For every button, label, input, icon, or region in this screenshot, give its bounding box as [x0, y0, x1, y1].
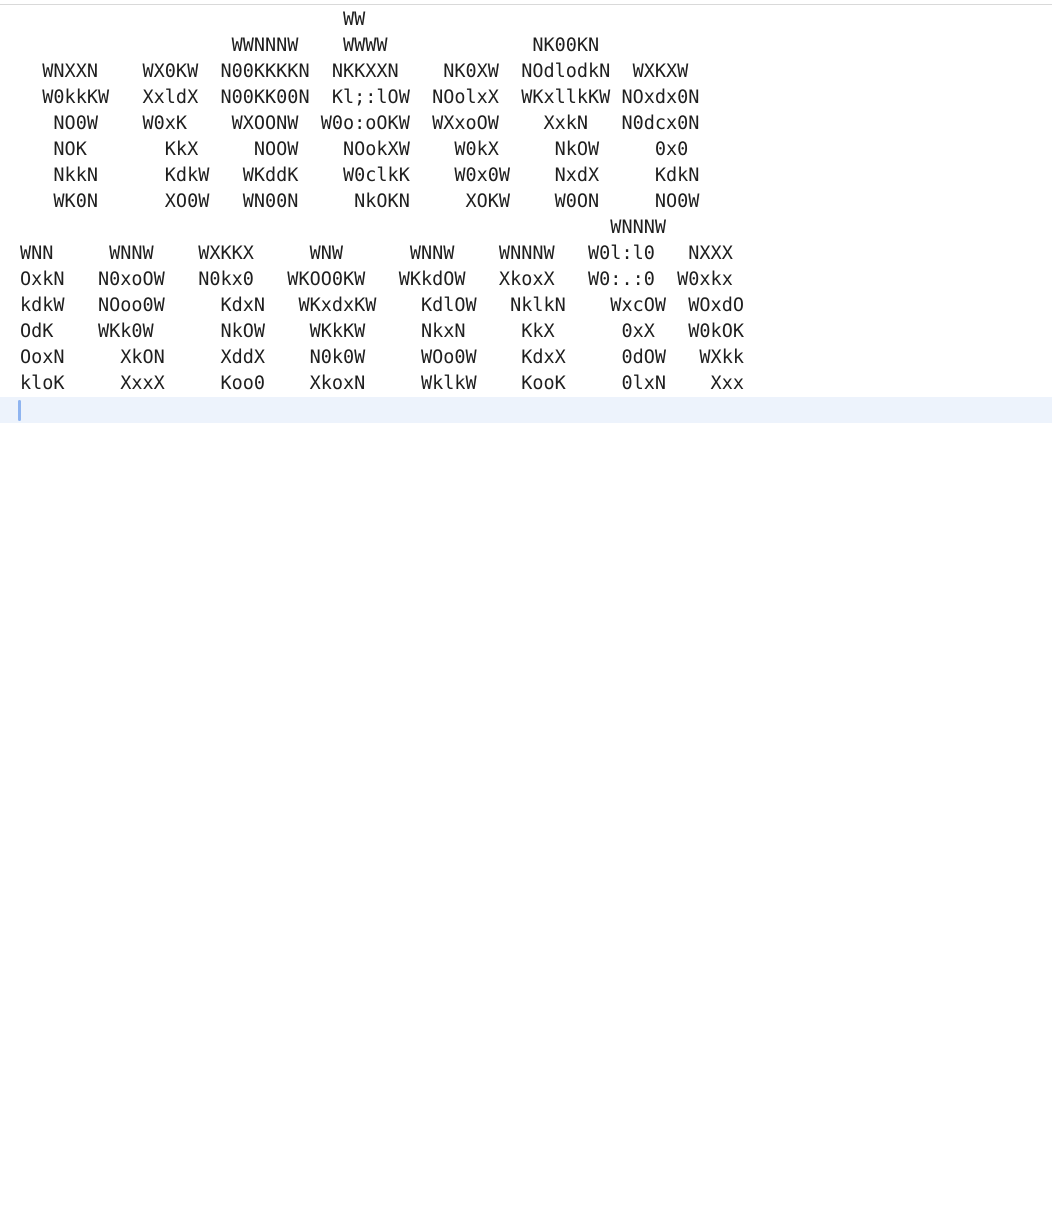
text-line-12[interactable]: kdkW NOoo0W KdxN WKxdxKW KdlOW NklkN Wxc…: [0, 293, 1052, 319]
text-line-11[interactable]: OxkN N0xoOW N0kx0 WKOO0KW WKkdOW XkoxX W…: [0, 267, 1052, 293]
text-line-8[interactable]: WK0N XO0W WN00N NkOKN XOKW W0ON NO0W: [0, 189, 1052, 215]
text-line-7[interactable]: NkkN KdkW WKddK W0clkK W0x0W NxdX KdkN: [0, 163, 1052, 189]
current-line[interactable]: [0, 397, 1052, 423]
text-line-6[interactable]: NOK KkX NOOW NOokXW W0kX NkOW 0x0: [0, 137, 1052, 163]
text-line-10[interactable]: WNN WNNW WXKKX WNW WNNW WNNNW W0l:l0 NXX…: [0, 241, 1052, 267]
text-cursor: [18, 400, 21, 421]
text-line-2[interactable]: WWNNNW WWWW NK00KN: [0, 33, 1052, 59]
text-line-15[interactable]: kloK XxxX Koo0 XkoxN WklkW KooK 0lxN Xxx: [0, 371, 1052, 397]
text-editor[interactable]: WW WWNNNW WWWW NK00KN WNXXN WX0KW N00KKK…: [0, 7, 1052, 423]
text-line-4[interactable]: W0kkKW XxldX N00KK00N Kl;:lOW NOolxX WKx…: [0, 85, 1052, 111]
text-line-14[interactable]: OoxN XkON XddX N0k0W WOo0W KdxX 0dOW WXk…: [0, 345, 1052, 371]
text-line-3[interactable]: WNXXN WX0KW N00KKKKN NKKXXN NK0XW NOdlod…: [0, 59, 1052, 85]
text-line-13[interactable]: OdK WKk0W NkOW WKkKW NkxN KkX 0xX W0kOK: [0, 319, 1052, 345]
text-line-9[interactable]: WNNNW: [0, 215, 1052, 241]
text-line-1[interactable]: WW: [0, 7, 1052, 33]
text-line-5[interactable]: NO0W W0xK WXOONW W0o:oOKW WXxoOW XxkN N0…: [0, 111, 1052, 137]
top-divider: [0, 4, 1052, 5]
